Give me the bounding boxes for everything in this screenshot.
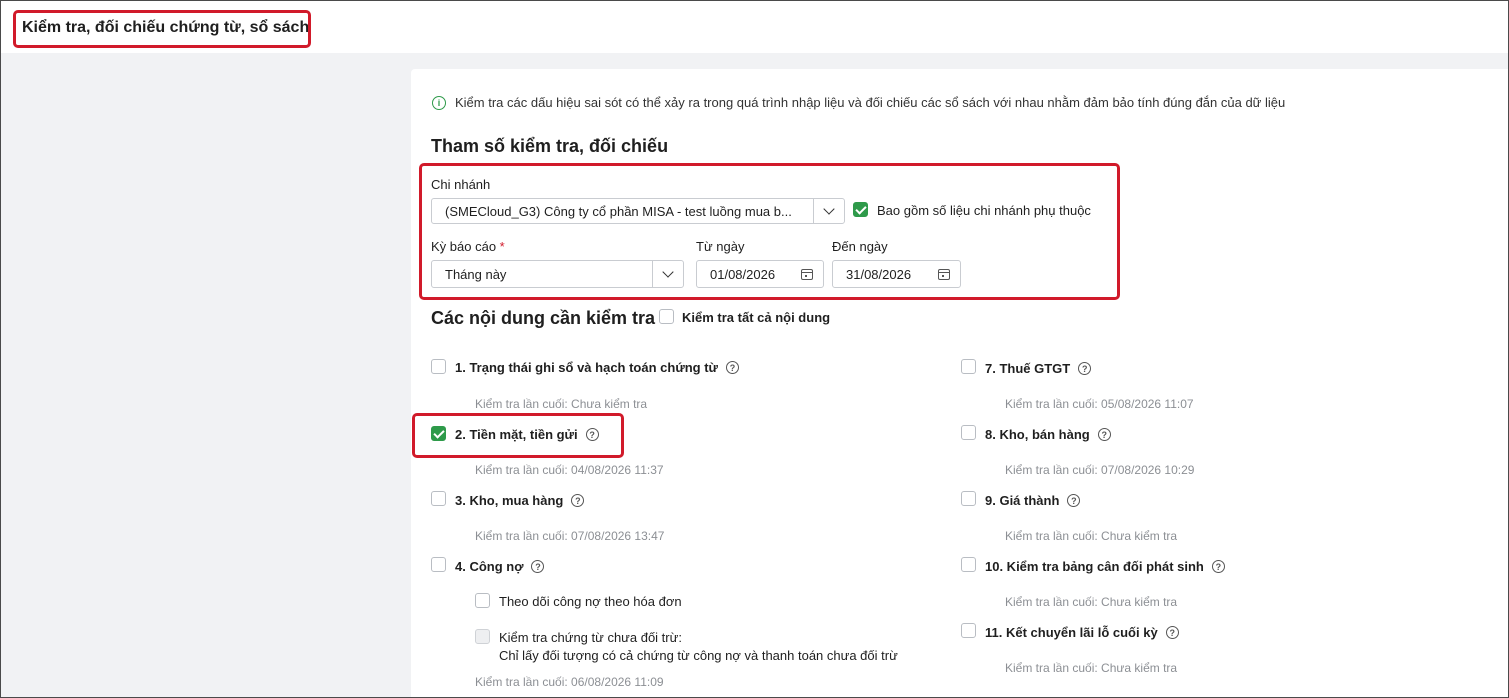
- item-10-checkbox[interactable]: [961, 557, 976, 572]
- period-select[interactable]: Tháng này: [431, 260, 684, 288]
- debt-option-unmatched-label: Kiểm tra chứng từ chưa đối trừ: Chỉ lấy …: [499, 630, 898, 663]
- from-date-input[interactable]: 01/08/2026: [696, 260, 824, 288]
- period-label: Kỳ báo cáo *: [431, 239, 505, 254]
- from-date-label: Từ ngày: [696, 239, 745, 254]
- to-date-input[interactable]: 31/08/2026: [832, 260, 961, 288]
- item-1-last-checked: Kiểm tra lần cuối: Chưa kiểm tra: [475, 397, 648, 411]
- params-heading: Tham số kiểm tra, đối chiếu: [431, 136, 669, 156]
- branch-dropdown-button[interactable]: [813, 199, 844, 223]
- item-7-last-checked: Kiểm tra lần cuối: 05/08/2026 11:07: [1005, 397, 1194, 411]
- item-2-last-checked: Kiểm tra lần cuối: 04/08/2026 11:37: [475, 463, 664, 477]
- period-label-text: Kỳ báo cáo: [431, 239, 497, 254]
- item-8-checkbox[interactable]: [961, 425, 976, 440]
- help-icon[interactable]: ?: [725, 361, 739, 374]
- item-11-last-checked: Kiểm tra lần cuối: Chưa kiểm tra: [1005, 661, 1178, 675]
- item-4-label: 4. Công nợ?: [455, 559, 545, 574]
- item-3-label: 3. Kho, mua hàng?: [455, 493, 585, 508]
- include-dependent-label: Bao gồm số liệu chi nhánh phụ thuộc: [877, 203, 1091, 218]
- item-2-label: 2. Tiền mặt, tiền gửi?: [455, 427, 599, 442]
- help-icon[interactable]: ?: [1165, 626, 1179, 639]
- check-all-checkbox[interactable]: [659, 309, 674, 324]
- item-8-last-checked: Kiểm tra lần cuối: 07/08/2026 10:29: [1005, 463, 1195, 477]
- item-1-label: 1. Trạng thái ghi sổ và hạch toán chứng …: [455, 360, 739, 375]
- item-9-last-checked: Kiểm tra lần cuối: Chưa kiểm tra: [1005, 529, 1178, 543]
- help-icon[interactable]: ?: [585, 428, 599, 441]
- item-10-last-checked: Kiểm tra lần cuối: Chưa kiểm tra: [1005, 595, 1178, 609]
- required-mark: *: [499, 239, 505, 254]
- item-1-checkbox[interactable]: [431, 359, 446, 374]
- help-icon[interactable]: ?: [1211, 560, 1225, 573]
- item-4-last-checked: Kiểm tra lần cuối: 06/08/2026 11:09: [475, 675, 664, 689]
- debt-option-invoice-checkbox[interactable]: [475, 593, 490, 608]
- from-date-value: 01/08/2026: [710, 266, 776, 282]
- item-3-last-checked: Kiểm tra lần cuối: 07/08/2026 13:47: [475, 529, 665, 543]
- calendar-icon[interactable]: [801, 268, 813, 280]
- help-icon[interactable]: ?: [571, 494, 585, 507]
- item-7-checkbox[interactable]: [961, 359, 976, 374]
- item-4-checkbox[interactable]: [431, 557, 446, 572]
- item-11-checkbox[interactable]: [961, 623, 976, 638]
- branch-label: Chi nhánh: [431, 177, 491, 192]
- info-text: Kiểm tra các dấu hiệu sai sót có thể xảy…: [455, 95, 1286, 110]
- to-date-value: 31/08/2026: [846, 266, 912, 282]
- top-bar: Kiểm tra, đối chiếu chứng từ, sổ sách: [1, 1, 1508, 53]
- period-dropdown-button[interactable]: [652, 261, 683, 287]
- info-banner: i Kiểm tra các dấu hiệu sai sót có thể x…: [432, 95, 1285, 110]
- period-value: Tháng này: [445, 266, 507, 282]
- item-8-label: 8. Kho, bán hàng?: [985, 427, 1111, 442]
- help-icon[interactable]: ?: [531, 560, 545, 573]
- check-all-label: Kiểm tra tất cả nội dung: [682, 310, 831, 325]
- item-2-checkbox[interactable]: [431, 426, 446, 441]
- item-11-label: 11. Kết chuyển lãi lỗ cuối kỳ?: [985, 625, 1179, 640]
- branch-select[interactable]: (SMECloud_G3) Công ty cổ phần MISA - tes…: [431, 198, 845, 224]
- include-dependent-checkbox[interactable]: [853, 202, 868, 217]
- page-title: Kiểm tra, đối chiếu chứng từ, sổ sách: [22, 19, 310, 36]
- help-icon[interactable]: ?: [1097, 428, 1111, 441]
- branch-value: (SMECloud_G3) Công ty cổ phần MISA - tes…: [445, 203, 792, 219]
- chevron-down-icon: [823, 203, 835, 215]
- to-date-label: Đến ngày: [832, 239, 888, 254]
- help-icon[interactable]: ?: [1067, 494, 1081, 507]
- chevron-down-icon: [662, 266, 674, 278]
- info-icon: i: [432, 95, 446, 110]
- help-icon[interactable]: ?: [1078, 362, 1092, 375]
- item-9-checkbox[interactable]: [961, 491, 976, 506]
- item-10-label: 10. Kiểm tra bảng cân đối phát sinh?: [985, 559, 1225, 574]
- debt-option-invoice-label: Theo dõi công nợ theo hóa đơn: [499, 594, 682, 609]
- item-9-label: 9. Giá thành?: [985, 493, 1081, 508]
- debt-option-unmatched-checkbox[interactable]: [475, 629, 490, 644]
- item-7-label: 7. Thuế GTGT?: [985, 361, 1092, 376]
- item-3-checkbox[interactable]: [431, 491, 446, 506]
- contents-heading: Các nội dung cần kiểm tra: [431, 308, 656, 328]
- calendar-icon[interactable]: [938, 268, 950, 280]
